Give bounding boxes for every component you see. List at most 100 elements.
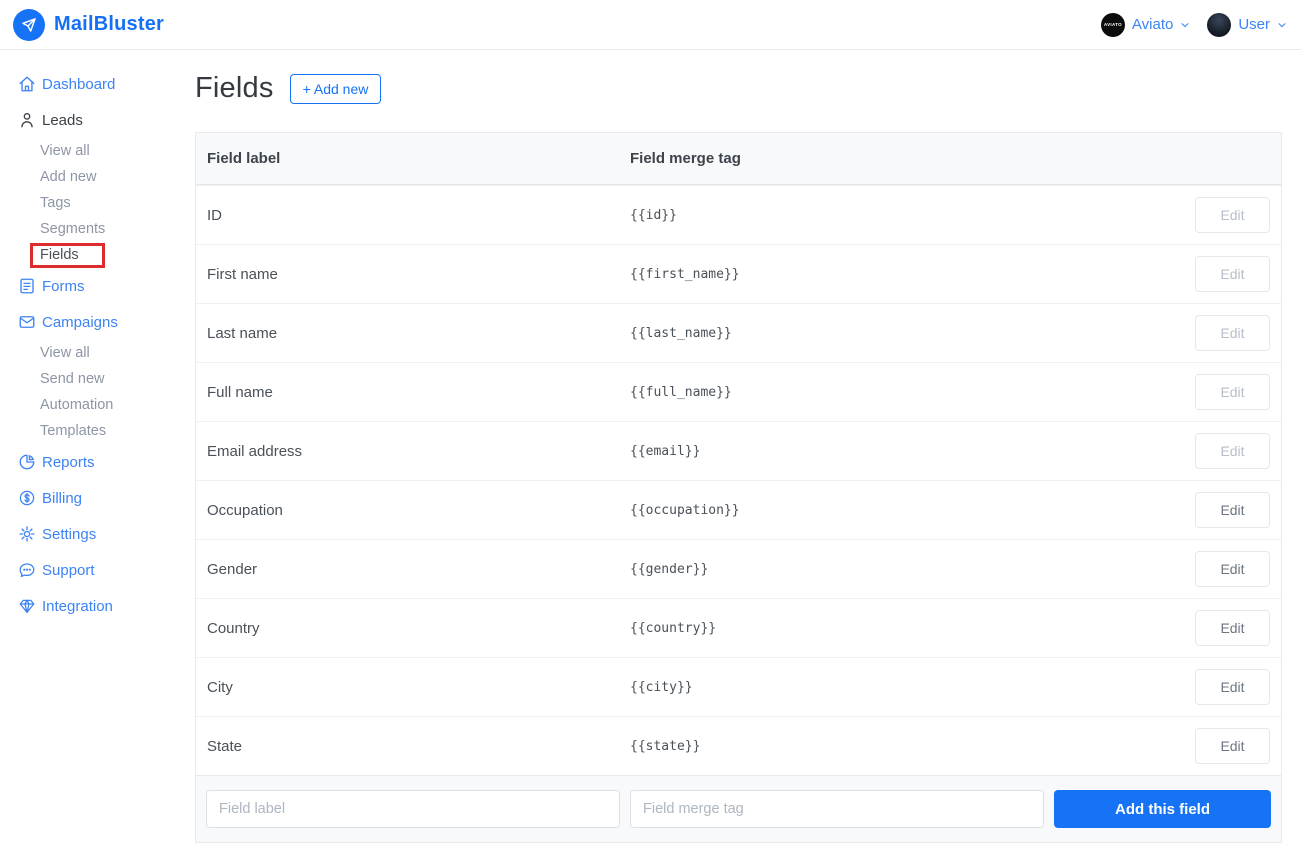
sidebar-item-integration[interactable]: Integration	[0, 588, 195, 624]
sidebar-item-label: Dashboard	[42, 75, 116, 93]
paper-plane-icon	[22, 17, 36, 32]
form-icon	[20, 278, 34, 294]
user-menu[interactable]: User	[1207, 12, 1287, 37]
table-row: Occupation {{occupation}} Edit	[196, 480, 1281, 539]
table-row: Last name {{last_name}} Edit	[196, 303, 1281, 362]
table-row: Country {{country}} Edit	[196, 598, 1281, 657]
column-header-field-label: Field label	[207, 150, 281, 167]
field-merge-tag: {{last_name}}	[630, 325, 732, 341]
table-row: Gender {{gender}} Edit	[196, 539, 1281, 598]
table-row: Email address {{email}} Edit	[196, 421, 1281, 480]
top-navbar: MailBluster AVIATO Aviato User	[0, 0, 1301, 50]
envelope-icon	[19, 316, 35, 328]
edit-button: Edit	[1195, 256, 1270, 292]
fields-table: Field label Field merge tag ID {{id}} Ed…	[195, 132, 1282, 843]
sidebar-item-label: Billing	[42, 489, 83, 507]
edit-button[interactable]: Edit	[1195, 610, 1270, 646]
edit-button: Edit	[1195, 197, 1270, 233]
field-merge-tag: {{first_name}}	[630, 266, 740, 282]
field-label: First name	[207, 265, 278, 283]
sidebar-item-automation[interactable]: Automation	[0, 392, 195, 418]
chevron-down-icon	[1278, 22, 1286, 27]
home-icon	[19, 76, 35, 92]
field-label: Full name	[207, 383, 273, 401]
sidebar-item-dashboard[interactable]: Dashboard	[0, 66, 195, 102]
edit-button[interactable]: Edit	[1195, 728, 1270, 764]
table-row: State {{state}} Edit	[196, 716, 1281, 775]
field-label: City	[207, 678, 233, 696]
edit-button[interactable]: Edit	[1195, 492, 1270, 528]
field-merge-tag: {{id}}	[630, 207, 677, 223]
chevron-down-icon	[1181, 22, 1189, 27]
sidebar-item-label: Settings	[42, 525, 97, 543]
sidebar-item-segments[interactable]: Segments	[0, 216, 195, 242]
user-menu-label: User	[1238, 16, 1270, 33]
table-row: City {{city}} Edit	[196, 657, 1281, 716]
sidebar-item-leads-view-all[interactable]: View all	[0, 138, 195, 164]
field-merge-tag: {{full_name}}	[630, 384, 732, 400]
mailbluster-logo[interactable]	[13, 8, 45, 41]
table-row: First name {{first_name}} Edit	[196, 244, 1281, 303]
sidebar-item-label: Campaigns	[42, 313, 118, 331]
field-merge-tag: {{email}}	[630, 443, 701, 459]
field-merge-tag: {{country}}	[630, 620, 717, 636]
sidebar-item-label: Reports	[42, 453, 95, 471]
field-label-input[interactable]	[206, 790, 620, 828]
main-content: Fields + Add new Field label Field merge…	[195, 50, 1301, 843]
pie-chart-icon	[19, 454, 35, 470]
gem-icon	[19, 599, 35, 614]
person-icon	[21, 113, 33, 128]
field-label: Occupation	[207, 501, 283, 519]
field-label: Gender	[207, 560, 258, 578]
sidebar-item-label: Forms	[42, 277, 85, 295]
sidebar-item-support[interactable]: Support	[0, 552, 195, 588]
field-merge-tag: {{state}}	[630, 738, 701, 754]
sidebar-item-forms[interactable]: Forms	[0, 268, 195, 304]
field-label: Email address	[207, 442, 303, 460]
field-merge-tag: {{occupation}}	[630, 502, 740, 518]
field-merge-tag: {{city}}	[630, 679, 693, 695]
sidebar-item-leads[interactable]: Leads	[0, 102, 195, 138]
sidebar-item-templates[interactable]: Templates	[0, 418, 195, 444]
edit-button[interactable]: Edit	[1195, 551, 1270, 587]
sidebar-item-campaigns[interactable]: Campaigns	[0, 304, 195, 340]
account-menu[interactable]: AVIATO Aviato	[1100, 12, 1190, 37]
sidebar-item-tags[interactable]: Tags	[0, 190, 195, 216]
edit-button: Edit	[1195, 433, 1270, 469]
sidebar: Dashboard Leads View all Add new Tags Se…	[0, 50, 195, 624]
edit-button: Edit	[1195, 374, 1270, 410]
account-menu-label: Aviato	[1131, 16, 1174, 33]
account-avatar: AVIATO	[1100, 12, 1125, 37]
add-field-form: Add this field	[196, 775, 1281, 842]
table-row: ID {{id}} Edit	[196, 185, 1281, 244]
brand-name[interactable]: MailBluster	[54, 13, 164, 36]
user-avatar	[1207, 12, 1232, 37]
chat-bubble-icon	[19, 563, 35, 578]
sidebar-item-settings[interactable]: Settings	[0, 516, 195, 552]
field-label: ID	[207, 206, 222, 224]
gear-icon	[19, 526, 35, 542]
fields-highlight-box: Fields	[30, 242, 105, 268]
sidebar-item-label: Leads	[42, 111, 83, 129]
sidebar-item-leads-add-new[interactable]: Add new	[0, 164, 195, 190]
sidebar-item-label: Integration	[42, 597, 113, 615]
sidebar-item-send-new[interactable]: Send new	[0, 366, 195, 392]
edit-button: Edit	[1195, 315, 1270, 351]
field-label: Last name	[207, 324, 278, 342]
field-merge-tag-input[interactable]	[630, 790, 1044, 828]
topbar-right: AVIATO Aviato User	[1091, 12, 1287, 37]
sidebar-item-campaigns-view-all[interactable]: View all	[0, 340, 195, 366]
sidebar-item-reports[interactable]: Reports	[0, 444, 195, 480]
add-new-button[interactable]: + Add new	[289, 73, 382, 104]
sidebar-item-fields[interactable]: Fields	[0, 242, 195, 268]
sidebar-item-label: Support	[42, 561, 95, 579]
field-label: State	[207, 737, 243, 755]
sidebar-item-billing[interactable]: Billing	[0, 480, 195, 516]
edit-button[interactable]: Edit	[1195, 669, 1270, 705]
column-header-field-merge-tag: Field merge tag	[630, 150, 741, 167]
dollar-circle-icon	[19, 490, 35, 506]
field-label: Country	[207, 619, 260, 637]
table-header-row: Field label Field merge tag	[196, 133, 1281, 185]
add-this-field-button[interactable]: Add this field	[1054, 790, 1271, 828]
page-title: Fields	[195, 72, 274, 104]
